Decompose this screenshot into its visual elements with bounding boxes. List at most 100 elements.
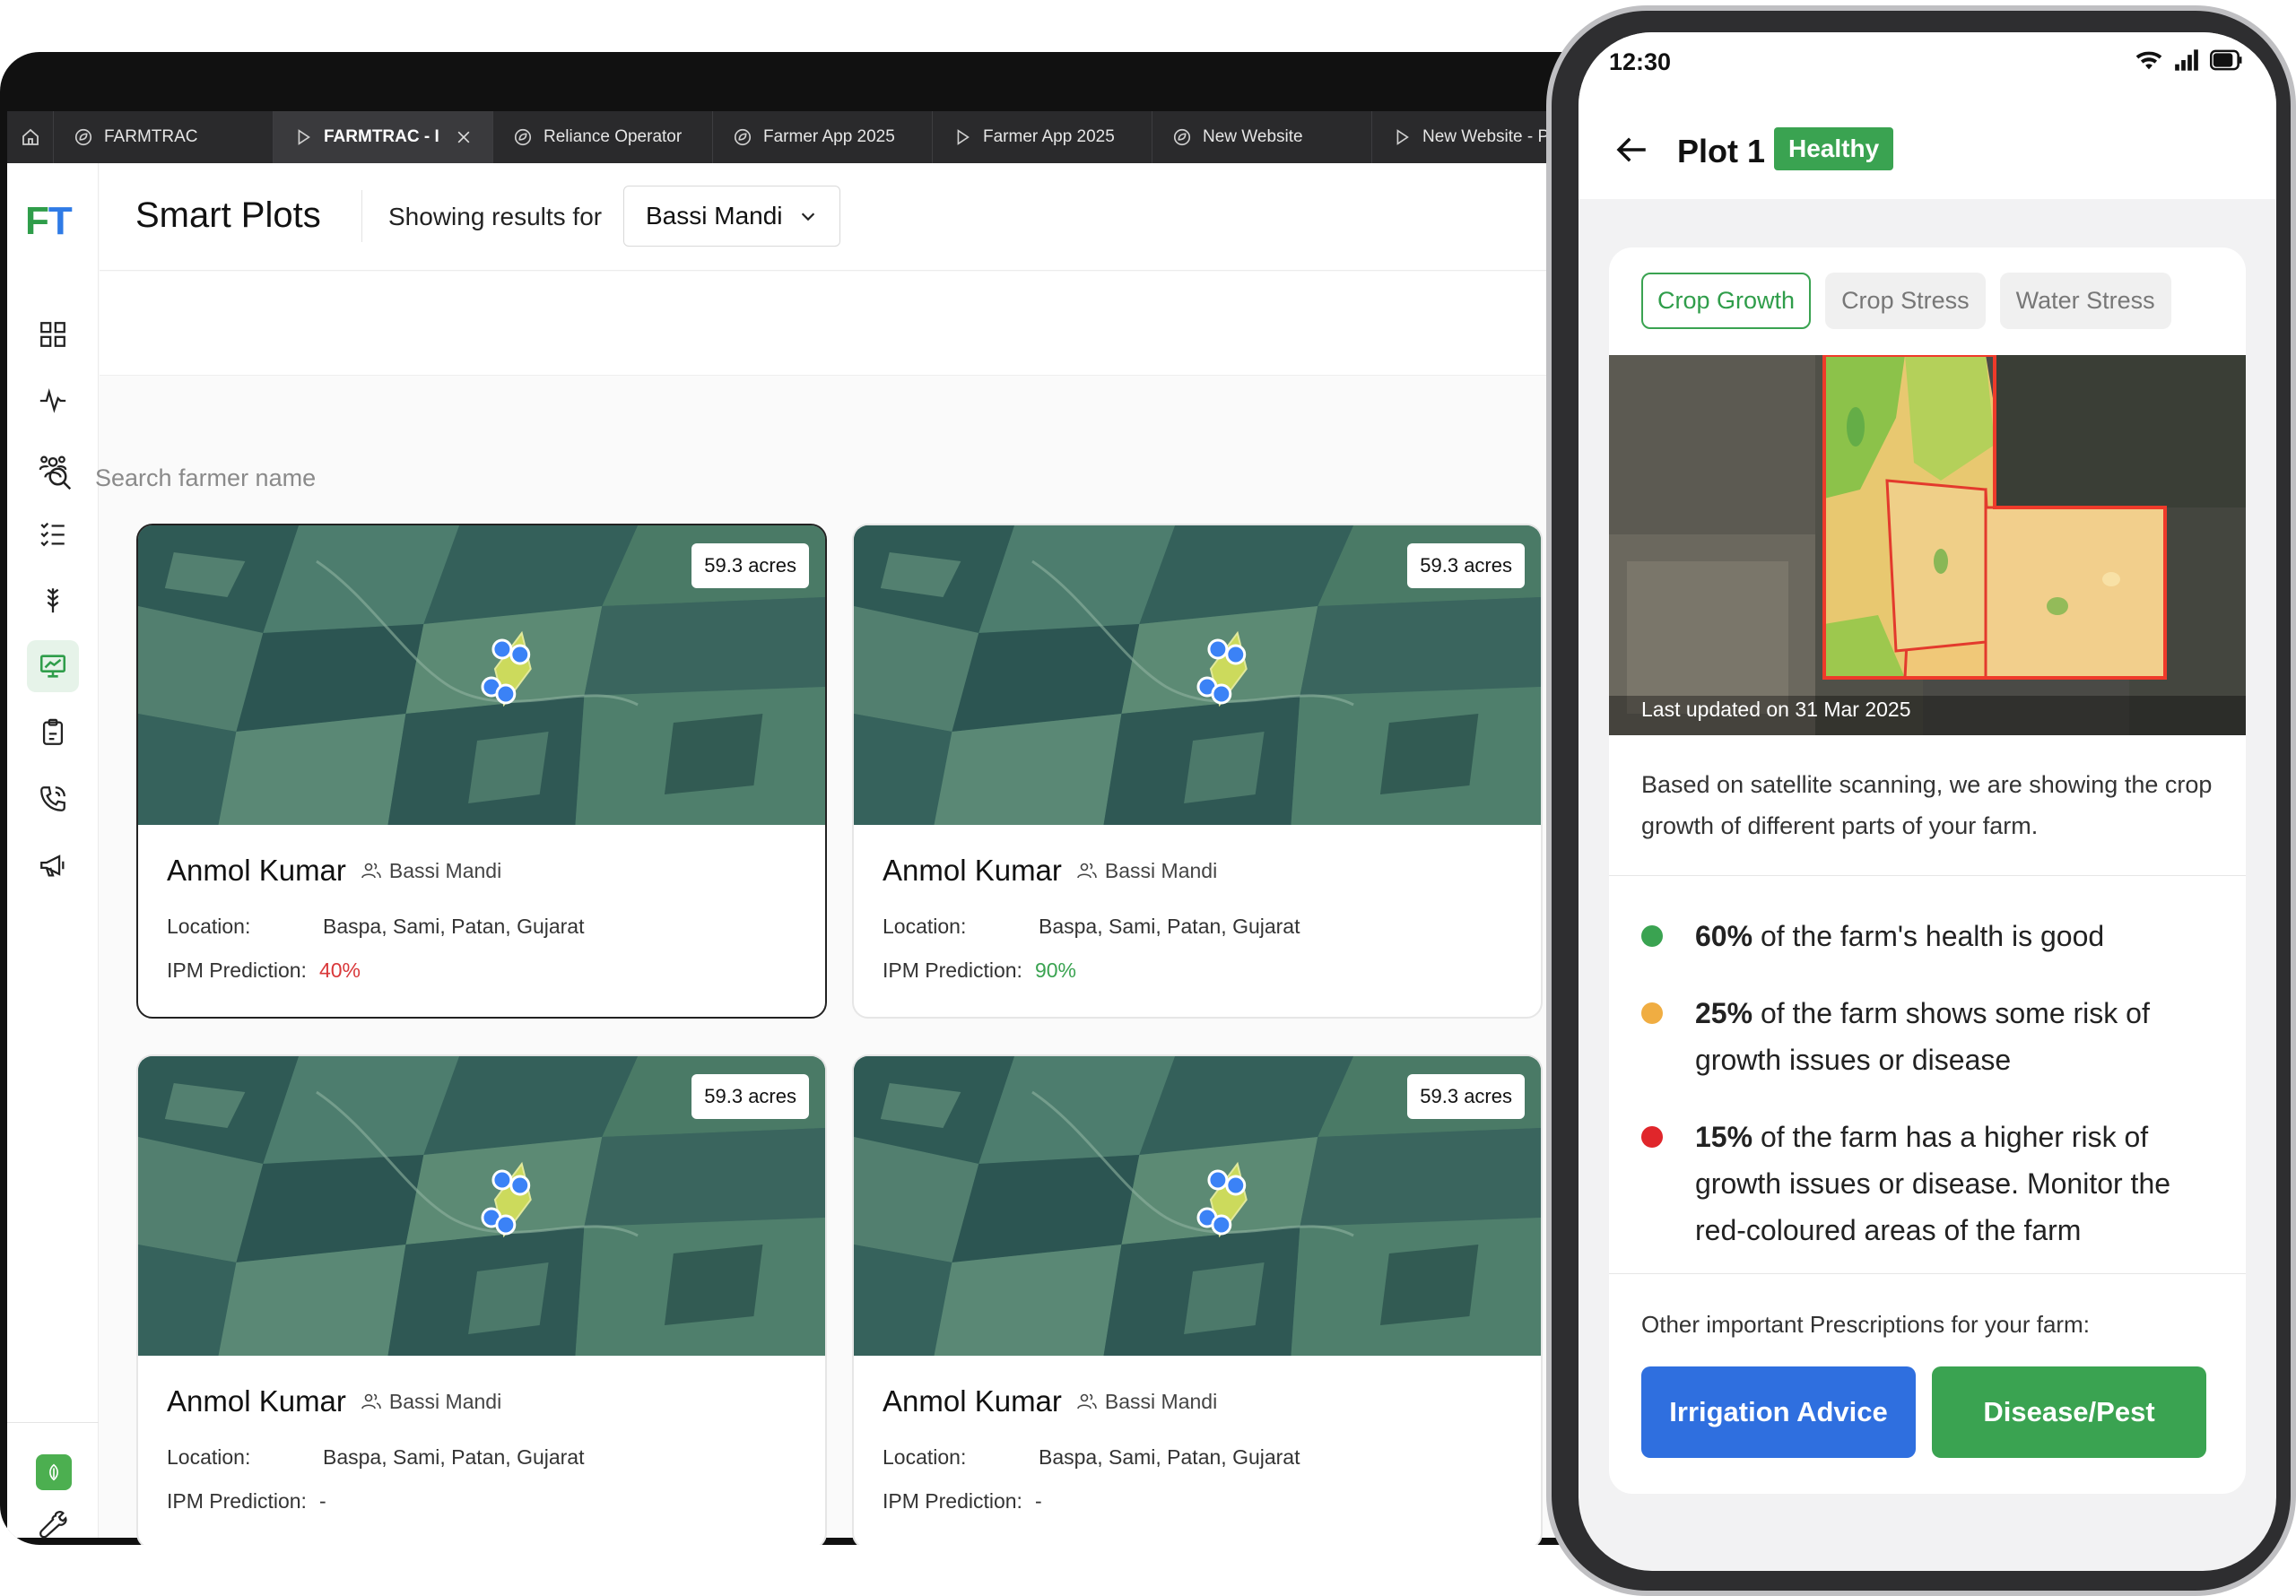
tab-label: FARMTRAC (104, 127, 198, 146)
farmer-row: Anmol Kumar Bassi Mandi (883, 854, 1519, 888)
wrench-icon (39, 1511, 67, 1539)
dashboard-icon (40, 322, 65, 347)
play-icon (957, 129, 970, 145)
leaf-icon (1173, 128, 1191, 146)
leaf-icon (74, 128, 92, 146)
battery-icon (2210, 49, 2242, 71)
status-bar: 12:30 (1578, 32, 2276, 100)
header-divider (361, 190, 362, 242)
signal-icon (2175, 49, 2198, 71)
card-body: Anmol Kumar Bassi Mandi Location: Baspa,… (883, 854, 1519, 983)
location-value: Baspa, Sami, Patan, Gujarat (323, 1445, 585, 1469)
sidebar-item-crop[interactable] (27, 574, 79, 626)
location-value: Baspa, Sami, Patan, Gujarat (1039, 915, 1300, 938)
sidebar-item-calls[interactable] (27, 773, 79, 825)
browser-tab[interactable]: New Website (1152, 111, 1372, 163)
farmer-name: Anmol Kumar (167, 1384, 346, 1418)
browser-tab[interactable]: Reliance Operator (493, 111, 713, 163)
activity-icon (39, 387, 66, 413)
status-time: 12:30 (1609, 48, 1672, 75)
sidebar-item-activity[interactable] (27, 375, 79, 427)
tab-label: Reliance Operator (544, 127, 683, 146)
tab-label: New Website (1203, 127, 1303, 146)
sidebar-item-dashboard[interactable] (27, 308, 79, 360)
browser-tab[interactable]: FARMTRAC (54, 111, 274, 163)
tab-crop-growth[interactable]: Crop Growth (1641, 273, 1812, 329)
location-row: Location: Baspa, Sami, Patan, Gujarat (167, 915, 585, 938)
phone-screen: 12:30 Plot 1 Healthy Crop Growth Crop St… (1578, 32, 2276, 1571)
status-badge: Healthy (1774, 127, 1894, 170)
home-icon (22, 128, 39, 145)
app-bar: Plot 1 Healthy (1578, 100, 2276, 199)
farmer-row: Anmol Kumar Bassi Mandi (167, 854, 804, 888)
showing-results-label: Showing results for (388, 203, 603, 230)
sidebar-item-tasks[interactable] (27, 507, 79, 559)
disease-pest-button[interactable]: Disease/Pest (1932, 1366, 2206, 1458)
card-body: Anmol Kumar Bassi Mandi Location: Baspa,… (167, 854, 804, 983)
tasks-icon (40, 522, 65, 547)
analysis-description: Based on satellite scanning, we are show… (1641, 771, 2213, 839)
satellite-crop-map (1609, 355, 2246, 735)
tab-water-stress[interactable]: Water Stress (1999, 273, 2171, 329)
home-tab[interactable] (7, 111, 54, 163)
analysis-tabs: Crop Growth Crop Stress Water Stress (1641, 273, 2171, 329)
legend-item-good: 60% of the farm's health is good (1641, 913, 2215, 959)
tab-label: FARMTRAC - I (324, 127, 439, 146)
search-input[interactable] (95, 464, 633, 492)
farmer-row: Anmol Kumar Bassi Mandi (883, 1384, 1519, 1418)
status-icons (2135, 48, 2244, 72)
ft-logo[interactable]: FT (25, 199, 73, 244)
leaf-badge-button[interactable] (36, 1454, 72, 1490)
ipm-value: 90% (1034, 958, 1076, 982)
sidebar-item-smart-plots[interactable] (27, 640, 79, 692)
mandi-select-value: Bassi Mandi (646, 202, 783, 230)
tab-crop-stress[interactable]: Crop Stress (1825, 273, 1986, 329)
page-title: Smart Plots (135, 195, 321, 235)
crop-health-card: Crop Growth Crop Stress Water Stress Las… (1609, 247, 2246, 1494)
browser-tab-active[interactable]: FARMTRAC - I (274, 111, 493, 163)
farmer-name: Anmol Kumar (883, 1384, 1062, 1418)
location-value: Baspa, Sami, Patan, Gujarat (323, 915, 585, 938)
browser-tab-bar: FARMTRAC FARMTRAC - I Reliance Operator … (7, 111, 1605, 163)
plot-card[interactable]: 59.3 acres Anmol Kumar Bassi Mandi Locat… (136, 1054, 827, 1545)
sidebar-item-reports[interactable] (27, 707, 79, 759)
mandi-select[interactable]: Bassi Mandi (623, 186, 840, 247)
ipm-row: IPM Prediction: - (167, 1489, 326, 1513)
ipm-row: IPM Prediction: 40% (167, 958, 361, 982)
divider (1609, 875, 2246, 876)
irrigation-advice-button[interactable]: Irrigation Advice (1641, 1366, 1916, 1458)
legend-item-high-risk: 15% of the farm has a higher risk of gro… (1641, 1114, 2215, 1253)
sidebar-item-settings[interactable] (27, 1497, 79, 1545)
ipm-row: IPM Prediction: - (883, 1489, 1042, 1513)
desktop-window: FARMTRAC FARMTRAC - I Reliance Operator … (0, 52, 1605, 1545)
search-bar[interactable] (47, 464, 633, 492)
orange-dot-icon (1641, 1002, 1663, 1024)
sidebar: FT (7, 163, 99, 1539)
sidebar-item-campaigns[interactable] (27, 839, 79, 891)
search-icon (48, 467, 72, 490)
plot-card[interactable]: 59.3 acres Anmol Kumar Bassi Mandi Locat… (852, 1054, 1543, 1545)
wifi-icon (2135, 51, 2162, 70)
browser-tab[interactable]: Farmer App 2025 (933, 111, 1152, 163)
app-content: FT Smart Plots Showing results for Bassi… (7, 163, 1605, 1545)
farmer-row: Anmol Kumar Bassi Mandi (167, 1384, 804, 1418)
browser-tab[interactable]: Farmer App 2025 (713, 111, 933, 163)
back-arrow-icon[interactable] (1613, 131, 1650, 169)
farmer-name: Anmol Kumar (883, 854, 1062, 887)
card-body: Anmol Kumar Bassi Mandi Location: Baspa,… (883, 1384, 1519, 1514)
users-icon (361, 1393, 381, 1410)
plot-card[interactable]: 59.3 acres Anmol Kumar Bassi Mandi Locat… (852, 524, 1543, 1019)
ipm-value: - (318, 1489, 326, 1513)
close-icon[interactable] (455, 128, 473, 146)
acres-badge: 59.3 acres (1407, 1074, 1525, 1119)
plot-title: Plot 1 (1677, 133, 1766, 169)
chevron-down-icon (801, 213, 815, 221)
plot-card[interactable]: 59.3 acres Anmol Kumar Bassi Mandi Locat… (136, 524, 827, 1019)
users-icon (361, 863, 381, 879)
mandi-tag: Bassi Mandi (361, 1390, 501, 1414)
farmer-name: Anmol Kumar (167, 854, 346, 887)
play-icon (1396, 129, 1409, 145)
divider (1609, 1273, 2246, 1274)
location-row: Location: Baspa, Sami, Patan, Gujarat (167, 1445, 585, 1469)
location-value: Baspa, Sami, Patan, Gujarat (1039, 1445, 1300, 1469)
